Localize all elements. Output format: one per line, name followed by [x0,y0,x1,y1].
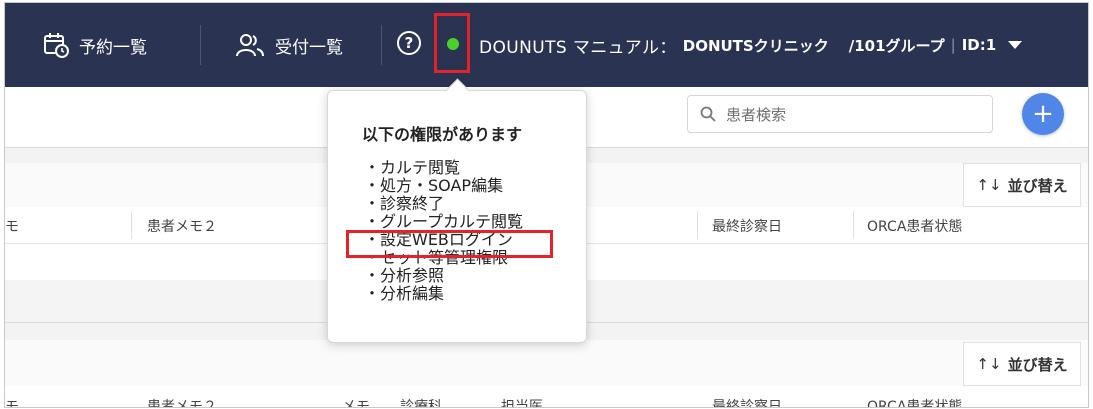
permissions-popover: 以下の権限があります ・カルテ閲覧 ・処方・SOAP編集 ・診察終了 ・グループ… [327,78,587,343]
sort-button[interactable]: ↑↓ 並び替え [963,342,1081,386]
list-item: ・分析編集 [364,284,445,303]
search-icon [700,106,716,122]
nav-reception-label: 受付一覧 [275,37,343,58]
account-menu[interactable]: DOUNUTS マニュアル： DONUTSクリニック /101グループ | ID… [479,3,1023,87]
help-icon[interactable]: ? [397,31,421,55]
column-header-memo[interactable]: モ [5,216,19,236]
calendar-clock-icon [44,33,69,58]
column-header-orca-status[interactable]: ORCA患者状態 [867,396,962,407]
column-header-department[interactable]: 診療科 [400,396,442,407]
list-item: ・グループカルテ閲覧 [364,212,524,231]
column-header-last-visit[interactable]: 最終診察日 [712,216,782,236]
popover-title: 以下の権限があります [362,125,523,144]
annotation-highlight-permission [346,230,553,258]
column-divider [131,211,132,239]
patient-search-input[interactable]: 患者検索 [687,95,993,133]
column-header-last-visit[interactable]: 最終診察日 [712,396,782,407]
nav-divider [381,25,382,65]
column-header-orca-status[interactable]: ORCA患者状態 [867,216,962,236]
online-status-indicator[interactable] [447,38,459,50]
column-divider [853,211,854,239]
user-id: ID:1 [961,36,997,54]
sort-icon: ↑↓ [976,355,1002,373]
sort-button-label: 並び替え [1007,176,1068,195]
sort-icon: ↑↓ [976,176,1002,194]
app-window: 予約一覧 受付一覧 ? DOUNUTS マニュアル： DONUTSクリニック /… [4,2,1089,408]
app-name: DOUNUTS マニュアル： [479,37,677,58]
nav-reservations[interactable]: 予約一覧 [43,3,147,87]
column-header-patient-memo-2[interactable]: 患者メモ２ [147,396,217,407]
group-name: /101グループ [848,36,945,55]
account-separator: | [950,36,956,54]
section-2-column-headers: モ 患者メモ２ メモ 診療科 担当医 最終診察日 ORCA患者状態 [5,386,1088,407]
users-icon [236,34,264,57]
clinic-name: DONUTSクリニック [682,36,829,55]
list-item: ・カルテ閲覧 [364,158,461,177]
nav-reception[interactable]: 受付一覧 [235,3,343,87]
sort-button-label: 並び替え [1007,355,1068,374]
search-placeholder: 患者検索 [726,105,787,124]
column-header-doctor[interactable]: 担当医 [501,396,543,407]
column-header-memo[interactable]: モ [5,396,19,407]
column-divider [697,211,698,239]
section-2-header: ↑↓ 並び替え [5,340,1088,386]
nav-divider [200,25,201,65]
list-item: ・診察終了 [364,194,445,213]
chevron-down-icon[interactable] [1008,41,1023,49]
list-item: ・分析参照 [364,266,445,285]
list-item: ・処方・SOAP編集 [364,176,504,195]
nav-reservations-label: 予約一覧 [79,37,147,58]
column-header-memo-short[interactable]: メモ [342,396,370,407]
add-patient-button[interactable]: + [1022,93,1064,135]
sort-button[interactable]: ↑↓ 並び替え [963,163,1081,207]
top-navigation-bar: 予約一覧 受付一覧 ? DOUNUTS マニュアル： DONUTSクリニック /… [5,3,1088,87]
column-header-patient-memo-2[interactable]: 患者メモ２ [147,216,217,236]
